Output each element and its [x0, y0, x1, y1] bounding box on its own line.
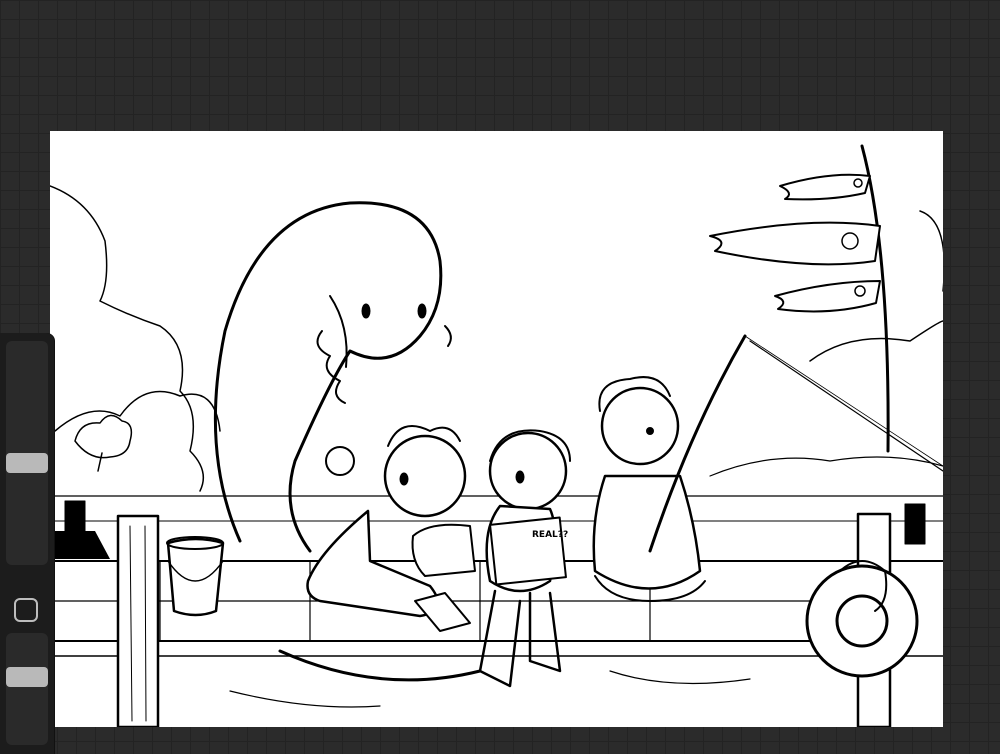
comic-lettering: REAL??: [532, 530, 568, 540]
brush-size-slider-thumb[interactable]: [6, 453, 48, 473]
opacity-slider[interactable]: [6, 633, 48, 745]
modify-button[interactable]: [14, 598, 38, 622]
opacity-slider-thumb[interactable]: [6, 667, 48, 687]
sidebar: [0, 333, 54, 754]
drawing-canvas[interactable]: REAL??: [50, 131, 943, 727]
line-art-illustration: REAL??: [50, 144, 943, 727]
